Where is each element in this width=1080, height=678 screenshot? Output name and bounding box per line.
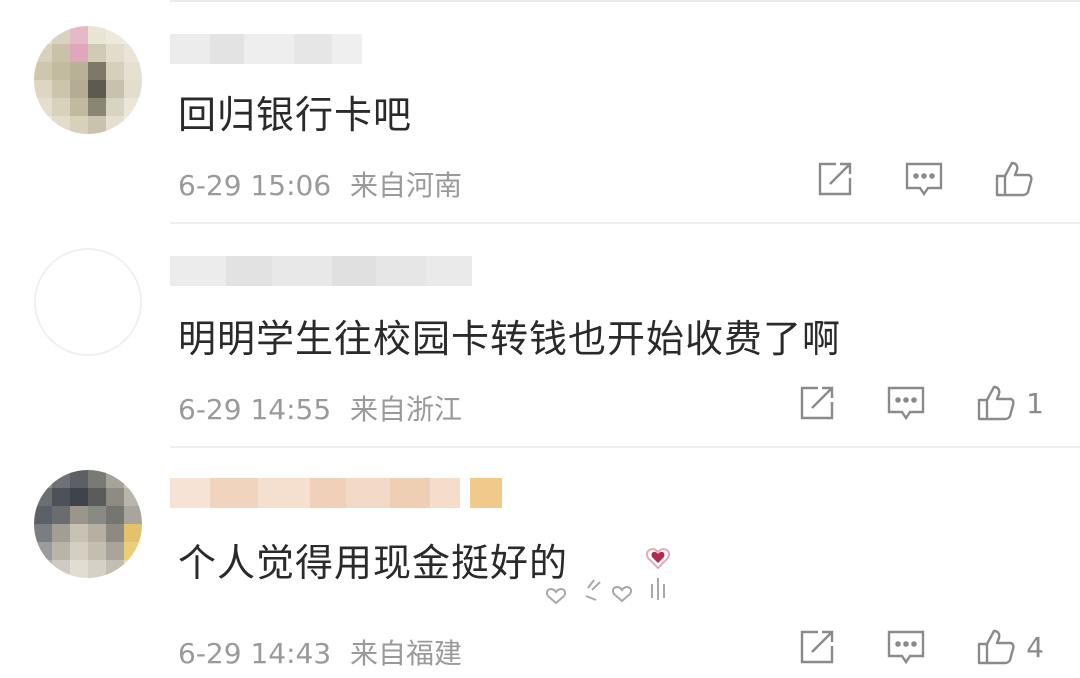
comment-meta: 6-29 14:55 来自浙江 [178,388,462,428]
like-button[interactable] [994,160,1044,198]
comment-text: 回归银行卡吧 [178,93,413,137]
heart-hands-sticker [546,548,670,605]
avatar[interactable] [34,248,142,356]
share-button[interactable] [798,628,836,666]
avatar[interactable] [34,26,142,134]
comment-actions [766,160,1044,198]
comment-location: 来自浙江 [350,393,463,426]
comment-time: 6-29 14:55 [178,393,332,426]
like-icon [977,629,1015,665]
divider [170,222,1080,224]
share-icon [818,162,852,196]
username-blurred[interactable] [170,254,472,288]
share-icon [800,386,834,420]
comment-meta: 6-29 15:06 来自河南 [178,164,462,204]
comment-feed: 回归银行卡吧 6-29 15:06 来自河南 明明学生往校园卡转钱也开始收费了啊… [0,0,1080,678]
comment-actions: 1 [748,384,1044,422]
comment-actions: 4 [748,628,1044,666]
comment-icon [887,386,925,421]
like-icon [995,161,1033,197]
username-blurred[interactable] [170,476,502,510]
like-button[interactable]: 1 [976,384,1044,422]
share-icon [800,630,834,664]
comment-time: 6-29 14:43 [178,637,332,670]
like-count: 1 [1026,386,1044,420]
comment-icon [905,162,943,197]
avatar[interactable] [34,470,142,578]
reply-button[interactable] [904,161,944,197]
comment-location: 来自福建 [350,637,463,670]
reply-button[interactable] [886,629,926,665]
divider [170,446,1080,448]
like-icon [977,385,1015,421]
reply-button[interactable] [886,385,926,421]
comment-icon [887,630,925,665]
divider [170,0,1080,2]
like-count: 4 [1026,630,1044,664]
comment-time: 6-29 15:06 [178,169,332,202]
username-blurred[interactable] [170,32,362,66]
share-button[interactable] [816,160,854,198]
comment-text: 个人觉得用现金挺好的 [178,541,569,585]
comment-text: 明明学生往校园卡转钱也开始收费了啊 [178,317,842,361]
like-button[interactable]: 4 [976,628,1044,666]
share-button[interactable] [798,384,836,422]
comment-location: 来自河南 [350,169,463,202]
comment-meta: 6-29 14:43 来自福建 [178,632,462,672]
